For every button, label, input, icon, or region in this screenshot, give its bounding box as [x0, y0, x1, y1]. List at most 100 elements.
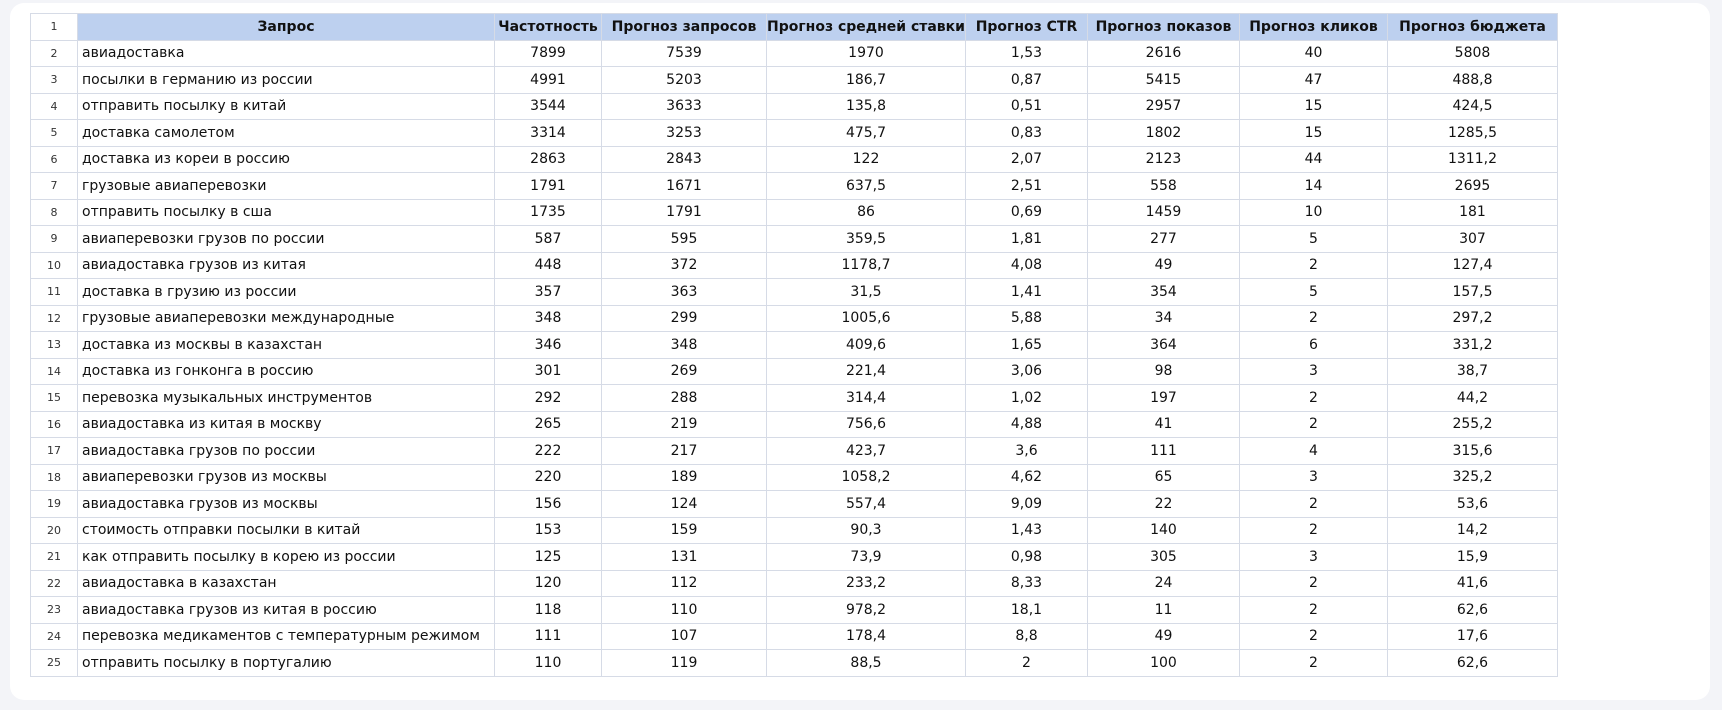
forecast-ctr-cell[interactable]: 2,07: [964, 145, 1088, 173]
forecast-budget-cell[interactable]: 15,9: [1386, 543, 1558, 571]
query-cell[interactable]: авиадоставка грузов из китая в россию: [77, 596, 495, 624]
forecast-budget-cell[interactable]: 127,4: [1386, 251, 1558, 279]
forecast-requests-cell[interactable]: 7539: [601, 39, 767, 67]
forecast-avg-bid-cell[interactable]: 90,3: [766, 516, 966, 544]
forecast-clicks-cell[interactable]: 2: [1238, 516, 1388, 544]
forecast-ctr-cell[interactable]: 1,02: [964, 384, 1088, 412]
row-number-cell[interactable]: 4: [30, 92, 78, 120]
forecast-ctr-cell[interactable]: 4,62: [964, 463, 1088, 491]
forecast-avg-bid-cell[interactable]: 221,4: [766, 357, 966, 385]
query-cell[interactable]: авиадоставка в казахстан: [77, 569, 495, 597]
forecast-budget-cell[interactable]: 488,8: [1386, 66, 1558, 94]
forecast-requests-cell[interactable]: 1791: [601, 198, 767, 226]
forecast-ctr-cell[interactable]: 9,09: [964, 490, 1088, 518]
forecast-avg-bid-cell[interactable]: 637,5: [766, 172, 966, 200]
forecast-clicks-cell[interactable]: 4: [1238, 437, 1388, 465]
forecast-budget-cell[interactable]: 331,2: [1386, 331, 1558, 359]
forecast-budget-cell[interactable]: 181: [1386, 198, 1558, 226]
column-header-query[interactable]: Запрос: [77, 13, 495, 41]
forecast-clicks-cell[interactable]: 2: [1238, 410, 1388, 438]
forecast-avg-bid-cell[interactable]: 186,7: [766, 66, 966, 94]
frequency-cell[interactable]: 222: [494, 437, 602, 465]
forecast-requests-cell[interactable]: 131: [601, 543, 767, 571]
forecast-impressions-cell[interactable]: 2123: [1086, 145, 1240, 173]
frequency-cell[interactable]: 4991: [494, 66, 602, 94]
row-number-cell[interactable]: 2: [30, 39, 78, 67]
query-cell[interactable]: авиаперевозки грузов из москвы: [77, 463, 495, 491]
forecast-requests-cell[interactable]: 1671: [601, 172, 767, 200]
forecast-budget-cell[interactable]: 424,5: [1386, 92, 1558, 120]
forecast-budget-cell[interactable]: 1285,5: [1386, 119, 1558, 147]
frequency-cell[interactable]: 3544: [494, 92, 602, 120]
forecast-requests-cell[interactable]: 288: [601, 384, 767, 412]
forecast-budget-cell[interactable]: 1311,2: [1386, 145, 1558, 173]
forecast-impressions-cell[interactable]: 305: [1086, 543, 1240, 571]
forecast-ctr-cell[interactable]: 0,87: [964, 66, 1088, 94]
forecast-clicks-cell[interactable]: 2: [1238, 304, 1388, 332]
query-cell[interactable]: авиадоставка грузов по россии: [77, 437, 495, 465]
query-cell[interactable]: авиадоставка грузов из китая: [77, 251, 495, 279]
row-number-cell[interactable]: 17: [30, 437, 78, 465]
frequency-cell[interactable]: 118: [494, 596, 602, 624]
row-number-cell[interactable]: 19: [30, 490, 78, 518]
forecast-ctr-cell[interactable]: 4,88: [964, 410, 1088, 438]
forecast-clicks-cell[interactable]: 47: [1238, 66, 1388, 94]
forecast-avg-bid-cell[interactable]: 756,6: [766, 410, 966, 438]
query-cell[interactable]: авиадоставка: [77, 39, 495, 67]
forecast-budget-cell[interactable]: 17,6: [1386, 622, 1558, 650]
frequency-cell[interactable]: 348: [494, 304, 602, 332]
row-number-cell[interactable]: 7: [30, 172, 78, 200]
forecast-impressions-cell[interactable]: 34: [1086, 304, 1240, 332]
forecast-budget-cell[interactable]: 297,2: [1386, 304, 1558, 332]
forecast-avg-bid-cell[interactable]: 86: [766, 198, 966, 226]
forecast-impressions-cell[interactable]: 41: [1086, 410, 1240, 438]
forecast-clicks-cell[interactable]: 3: [1238, 543, 1388, 571]
forecast-impressions-cell[interactable]: 277: [1086, 225, 1240, 253]
column-header-forecast-budget[interactable]: Прогноз бюджета: [1386, 13, 1558, 41]
forecast-clicks-cell[interactable]: 40: [1238, 39, 1388, 67]
row-number-cell[interactable]: 20: [30, 516, 78, 544]
forecast-ctr-cell[interactable]: 3,06: [964, 357, 1088, 385]
forecast-avg-bid-cell[interactable]: 1178,7: [766, 251, 966, 279]
forecast-budget-cell[interactable]: 325,2: [1386, 463, 1558, 491]
query-cell[interactable]: авиадоставка из китая в москву: [77, 410, 495, 438]
forecast-requests-cell[interactable]: 107: [601, 622, 767, 650]
column-header-frequency[interactable]: Частотность: [494, 13, 602, 41]
forecast-ctr-cell[interactable]: 5,88: [964, 304, 1088, 332]
forecast-requests-cell[interactable]: 110: [601, 596, 767, 624]
forecast-budget-cell[interactable]: 315,6: [1386, 437, 1558, 465]
forecast-avg-bid-cell[interactable]: 178,4: [766, 622, 966, 650]
forecast-impressions-cell[interactable]: 98: [1086, 357, 1240, 385]
frequency-cell[interactable]: 120: [494, 569, 602, 597]
frequency-cell[interactable]: 125: [494, 543, 602, 571]
forecast-ctr-cell[interactable]: 3,6: [964, 437, 1088, 465]
forecast-budget-cell[interactable]: 62,6: [1386, 649, 1558, 677]
row-number-cell[interactable]: 15: [30, 384, 78, 412]
row-number-cell[interactable]: 6: [30, 145, 78, 173]
query-cell[interactable]: доставка из москвы в казахстан: [77, 331, 495, 359]
forecast-avg-bid-cell[interactable]: 475,7: [766, 119, 966, 147]
frequency-cell[interactable]: 110: [494, 649, 602, 677]
frequency-cell[interactable]: 265: [494, 410, 602, 438]
forecast-clicks-cell[interactable]: 6: [1238, 331, 1388, 359]
forecast-ctr-cell[interactable]: 0,51: [964, 92, 1088, 120]
frequency-cell[interactable]: 301: [494, 357, 602, 385]
forecast-impressions-cell[interactable]: 558: [1086, 172, 1240, 200]
row-number-cell[interactable]: 8: [30, 198, 78, 226]
forecast-avg-bid-cell[interactable]: 1005,6: [766, 304, 966, 332]
forecast-ctr-cell[interactable]: 1,43: [964, 516, 1088, 544]
row-number-cell[interactable]: 1: [30, 13, 78, 41]
row-number-cell[interactable]: 23: [30, 596, 78, 624]
forecast-impressions-cell[interactable]: 5415: [1086, 66, 1240, 94]
row-number-cell[interactable]: 25: [30, 649, 78, 677]
forecast-avg-bid-cell[interactable]: 557,4: [766, 490, 966, 518]
row-number-cell[interactable]: 24: [30, 622, 78, 650]
forecast-impressions-cell[interactable]: 49: [1086, 622, 1240, 650]
frequency-cell[interactable]: 156: [494, 490, 602, 518]
forecast-clicks-cell[interactable]: 5: [1238, 278, 1388, 306]
query-cell[interactable]: как отправить посылку в корею из россии: [77, 543, 495, 571]
row-number-cell[interactable]: 16: [30, 410, 78, 438]
forecast-impressions-cell[interactable]: 100: [1086, 649, 1240, 677]
frequency-cell[interactable]: 220: [494, 463, 602, 491]
forecast-impressions-cell[interactable]: 1802: [1086, 119, 1240, 147]
